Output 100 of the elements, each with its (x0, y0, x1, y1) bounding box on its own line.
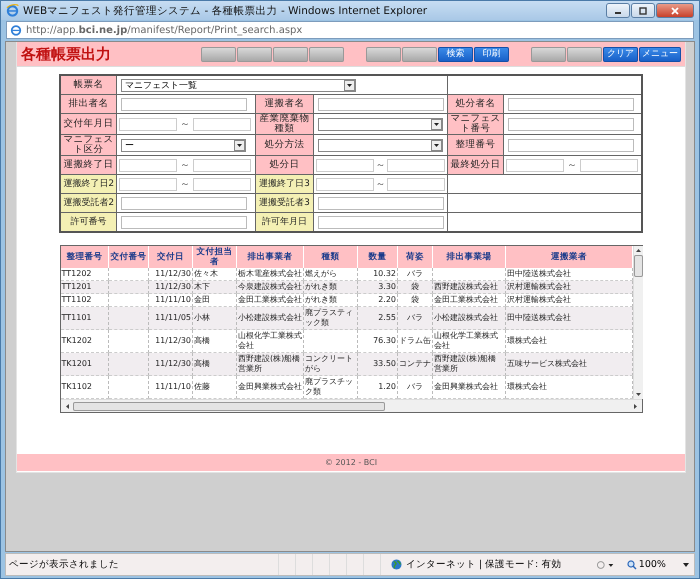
table-cell: コンクリートがら (305, 354, 353, 373)
blank-toolbar-button[interactable] (273, 46, 308, 62)
globe-icon (390, 559, 402, 570)
text-field[interactable] (120, 196, 247, 210)
zoom-control[interactable]: 100% (626, 559, 694, 570)
blank-toolbar-button[interactable] (237, 46, 272, 62)
text-field[interactable] (120, 216, 247, 228)
table-cell: 木下 (194, 282, 210, 291)
field-label: 帳票名 (60, 75, 116, 94)
table-cell: 1.20 (378, 382, 396, 391)
table-cell: 沢村運輸株式会社 (507, 295, 571, 304)
toolbar-button[interactable]: メニュー (639, 46, 681, 62)
column-header[interactable]: 整理番号 (60, 246, 108, 268)
blank-toolbar-button[interactable] (366, 46, 401, 62)
status-message: ページが表示されました (8, 558, 120, 571)
column-header[interactable]: 種類 (304, 246, 358, 268)
close-button[interactable] (656, 3, 694, 18)
maximize-button[interactable] (631, 3, 655, 18)
date-field[interactable] (118, 158, 177, 172)
column-header[interactable]: 交付番号 (108, 246, 148, 268)
range-separator: ～ (566, 159, 578, 172)
date-field[interactable] (118, 178, 177, 190)
field-label: 運搬終了日 (60, 156, 116, 174)
table-cell: 金田 (194, 295, 210, 304)
table-cell: バラ (407, 382, 423, 391)
scrollbar-thumb[interactable] (634, 255, 642, 277)
text-field[interactable] (508, 98, 634, 110)
range-separator: ～ (178, 118, 191, 131)
table-cell: 2.55 (378, 313, 396, 322)
table-cell: ドラム缶 (399, 336, 431, 345)
table-cell: 11/12/30 (155, 269, 191, 278)
date-field[interactable] (506, 158, 564, 172)
field-label: 処分者名 (448, 94, 504, 114)
field-label: 最終処分日 (448, 156, 504, 174)
column-header[interactable]: 排出事業場 (432, 246, 506, 268)
text-field[interactable] (318, 196, 444, 210)
table-cell: TK1102 (62, 382, 92, 391)
settings-dropdown-icon[interactable] (596, 560, 615, 570)
toolbar-button[interactable]: 検索 (438, 46, 473, 62)
toolbar-button[interactable]: クリア (603, 46, 638, 62)
table-cell: 佐々木 (194, 269, 218, 278)
toolbar-button[interactable]: 印刷 (474, 46, 509, 62)
blank-toolbar-button[interactable] (531, 46, 566, 62)
range-separator: ～ (178, 159, 191, 172)
date-field[interactable] (192, 178, 251, 190)
field-label: 交付年月日 (60, 114, 116, 134)
column-header[interactable]: 数量 (358, 246, 398, 268)
table-cell: 田中陸送株式会社 (507, 269, 571, 278)
table-cell: 佐藤 (194, 382, 210, 391)
horizontal-scrollbar[interactable] (60, 399, 642, 412)
text-field[interactable] (120, 98, 247, 110)
caret-icon (682, 562, 690, 568)
table-cell: TT1101 (62, 313, 92, 322)
field-label: 整理番号 (448, 134, 504, 156)
text-field[interactable] (508, 138, 634, 152)
text-field[interactable] (318, 216, 444, 228)
dropdown-field[interactable]: ー (120, 138, 246, 152)
column-header[interactable]: 排出事業者 (236, 246, 304, 268)
table-cell: コンテナ (399, 359, 431, 368)
blank-toolbar-button[interactable] (402, 46, 437, 62)
table-cell: バラ (407, 313, 423, 322)
vertical-scrollbar[interactable] (632, 246, 642, 399)
column-header[interactable]: 交付日 (148, 246, 192, 268)
date-field[interactable] (118, 118, 177, 130)
date-field[interactable] (387, 158, 446, 172)
date-field[interactable] (387, 178, 446, 190)
date-field[interactable] (192, 118, 251, 130)
table-cell: 田中陸送株式会社 (507, 313, 571, 322)
date-field[interactable] (316, 158, 374, 172)
date-field[interactable] (192, 158, 251, 172)
address-bar[interactable]: http://app.bci.ne.jp/manifest/Report/Print_search.aspx (6, 21, 694, 39)
table-cell: 小松建設株式会社 (434, 313, 498, 322)
table-cell: 沢村運輸株式会社 (507, 282, 571, 291)
dropdown-field[interactable]: マニフェスト一覧 (120, 78, 356, 92)
minimize-button[interactable] (606, 3, 630, 18)
table-cell: 高橋 (194, 359, 210, 368)
column-header[interactable]: 運搬業者 (506, 246, 632, 268)
table-cell: 西野建設株式会社 (434, 282, 498, 291)
text-field[interactable] (508, 118, 634, 130)
dropdown-field[interactable] (318, 138, 443, 152)
column-header[interactable]: 文付担当者 (192, 246, 236, 268)
table-cell: がれき類 (305, 295, 337, 304)
table-cell: 11/12/30 (155, 282, 191, 291)
text-field[interactable] (318, 98, 444, 110)
scroll-right-icon[interactable] (632, 402, 640, 410)
table-cell: 3.30 (378, 282, 396, 291)
date-field[interactable] (316, 178, 374, 190)
blank-toolbar-button[interactable] (201, 46, 236, 62)
blank-toolbar-button[interactable] (567, 46, 602, 62)
date-field[interactable] (580, 158, 638, 172)
blank-toolbar-button[interactable] (309, 46, 344, 62)
table-cell: 栃木電産株式会社 (238, 269, 302, 278)
scrollbar-thumb[interactable] (72, 402, 384, 410)
table-cell: 11/11/10 (155, 295, 191, 304)
column-header[interactable]: 荷姿 (398, 246, 432, 268)
table-cell: 33.50 (373, 359, 396, 368)
table-cell: 袋 (411, 295, 419, 304)
table-cell: TT1102 (62, 295, 92, 304)
field-label: 運搬受託者3 (255, 194, 314, 212)
dropdown-field[interactable] (318, 118, 443, 130)
